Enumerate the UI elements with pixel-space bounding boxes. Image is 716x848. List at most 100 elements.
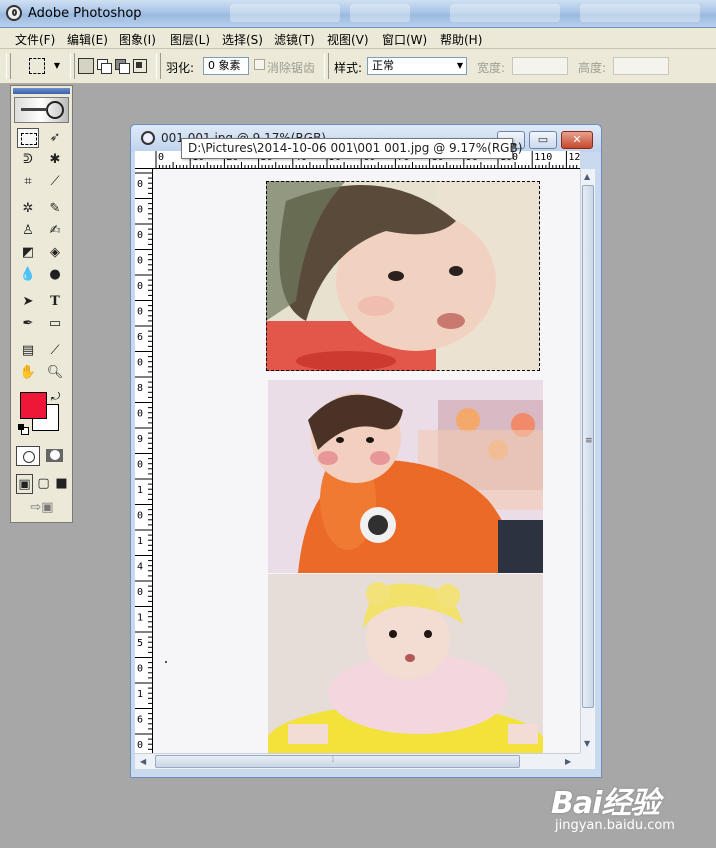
photo-1 bbox=[266, 181, 540, 371]
v-ruler-label: 0 bbox=[137, 740, 143, 751]
standard-screen-mode-icon[interactable]: ▣ bbox=[16, 474, 33, 494]
crop-tool-icon[interactable]: ⌗ bbox=[17, 172, 39, 192]
background-tab-blurred bbox=[350, 4, 410, 22]
v-ruler-label: 0 bbox=[137, 307, 143, 318]
antialias-checkbox[interactable] bbox=[254, 59, 265, 70]
v-ruler-label: 5 bbox=[137, 638, 143, 649]
v-ruler-label: 0 bbox=[137, 281, 143, 292]
width-input[interactable] bbox=[512, 57, 568, 75]
quick-mask-mode-icon[interactable] bbox=[43, 446, 67, 466]
preset-dropdown-arrow-icon[interactable]: ▼ bbox=[49, 58, 65, 74]
notes-tool-icon[interactable]: ▤ bbox=[17, 341, 39, 361]
add-to-selection-icon[interactable] bbox=[96, 58, 112, 74]
rectangular-marquee-tool-icon[interactable] bbox=[17, 128, 39, 148]
image-canvas[interactable] bbox=[153, 169, 580, 753]
magic-wand-tool-icon[interactable]: ✱ bbox=[44, 150, 66, 170]
maximize-button[interactable]: ▭ bbox=[529, 131, 557, 149]
menu-select[interactable]: 选择(S) bbox=[222, 31, 263, 48]
full-screen-menu-mode-icon[interactable]: ▢ bbox=[35, 474, 52, 494]
type-tool-icon[interactable]: T bbox=[44, 292, 66, 312]
v-ruler-label: 0 bbox=[137, 205, 143, 216]
jump-to-imageready-icon[interactable]: ⇨▣ bbox=[19, 498, 65, 518]
v-ruler-label: 6 bbox=[137, 332, 143, 343]
toolbox-title-bar[interactable] bbox=[13, 88, 70, 94]
v-ruler-label: 0 bbox=[137, 179, 143, 190]
options-bar: ▼ 羽化: 0 象素 消除锯齿 样式: 正常 ▼ 宽度: 高度: bbox=[0, 49, 716, 84]
options-bar-grip[interactable] bbox=[6, 53, 11, 79]
vertical-ruler[interactable]: 0 0 0 0 0 0 6 0 8 0 9 0 1 0 1 4 0 1 5 0 1 6 0 bbox=[135, 169, 153, 753]
clone-stamp-tool-icon[interactable]: ♙ bbox=[17, 221, 39, 241]
background-tab-blurred bbox=[580, 4, 700, 22]
foreground-color-swatch[interactable] bbox=[20, 392, 47, 419]
full-screen-mode-icon[interactable]: ■ bbox=[53, 474, 70, 494]
subtract-from-selection-icon[interactable] bbox=[114, 58, 130, 74]
adobe-online-logo[interactable] bbox=[14, 97, 69, 123]
dodge-tool-icon[interactable]: ● bbox=[44, 265, 66, 285]
healing-brush-tool-icon[interactable]: ✲ bbox=[17, 199, 39, 219]
background-tab-blurred bbox=[450, 4, 560, 22]
style-label: 样式: bbox=[334, 61, 363, 75]
eraser-tool-icon[interactable]: ◩ bbox=[17, 243, 39, 263]
menu-filter[interactable]: 滤镜(T) bbox=[274, 31, 315, 48]
swap-colors-icon[interactable]: ⤾ bbox=[51, 390, 60, 404]
slice-tool-icon[interactable]: ⟋ bbox=[44, 172, 66, 192]
width-label: 宽度: bbox=[477, 61, 506, 75]
v-ruler-label: 0 bbox=[137, 587, 143, 598]
menu-file[interactable]: 文件(F) bbox=[15, 31, 55, 48]
scroll-up-arrow-icon[interactable]: ▲ bbox=[584, 172, 590, 181]
intersect-selection-icon[interactable] bbox=[132, 58, 148, 74]
separator bbox=[156, 53, 161, 79]
vertical-scroll-thumb[interactable]: ≡ bbox=[582, 185, 594, 708]
style-select[interactable]: 正常 ▼ bbox=[367, 57, 467, 75]
photo-1-image bbox=[266, 181, 540, 371]
horizontal-scrollbar[interactable]: ◀ ⦙ ▶ bbox=[135, 753, 580, 769]
menu-view[interactable]: 视图(V) bbox=[327, 31, 369, 48]
photo-3-image bbox=[268, 574, 543, 753]
hand-tool-icon[interactable]: ✋ bbox=[17, 363, 39, 383]
scroll-left-arrow-icon[interactable]: ◀ bbox=[140, 757, 146, 766]
watermark-brand: Bai经验 bbox=[551, 786, 660, 821]
new-selection-icon[interactable] bbox=[78, 58, 94, 74]
rectangle-shape-tool-icon[interactable]: ▭ bbox=[44, 314, 66, 334]
close-button[interactable]: ✕ bbox=[561, 131, 593, 149]
app-title: Adobe Photoshop bbox=[28, 6, 142, 21]
move-tool-icon[interactable]: ➶ bbox=[44, 128, 66, 148]
menu-help[interactable]: 帮助(H) bbox=[440, 31, 482, 48]
photoshop-app-icon bbox=[6, 5, 22, 21]
h-ruler-label: 110 bbox=[534, 152, 552, 163]
zoom-tool-icon[interactable]: 🔍︎ bbox=[44, 363, 66, 383]
feather-input[interactable]: 0 象素 bbox=[203, 57, 249, 75]
menu-window[interactable]: 窗口(W) bbox=[382, 31, 427, 48]
style-selected-value: 正常 bbox=[372, 59, 394, 72]
vertical-scrollbar[interactable]: ▲ ≡ ▼ bbox=[580, 169, 595, 753]
lasso-tool-icon[interactable]: ᕲ bbox=[17, 150, 39, 170]
path-selection-tool-icon[interactable]: ➤ bbox=[17, 292, 39, 312]
blur-tool-icon[interactable]: 💧 bbox=[17, 265, 39, 285]
v-ruler-label: 0 bbox=[137, 511, 143, 522]
default-colors-icon[interactable] bbox=[18, 424, 29, 435]
eyedropper-tool-icon[interactable]: ⟋ bbox=[44, 341, 66, 361]
menu-edit[interactable]: 编辑(E) bbox=[67, 31, 108, 48]
separator bbox=[70, 53, 75, 79]
rect-marquee-preset-icon[interactable] bbox=[29, 58, 45, 74]
v-ruler-label: 9 bbox=[137, 434, 143, 445]
document-icon bbox=[141, 131, 155, 145]
v-ruler-label: 1 bbox=[137, 536, 143, 547]
menu-bar: 文件(F) 编辑(E) 图象(I) 图层(L) 选择(S) 滤镜(T) 视图(V… bbox=[0, 28, 716, 49]
menu-layer[interactable]: 图层(L) bbox=[170, 31, 210, 48]
paint-bucket-tool-icon[interactable]: ◈ bbox=[44, 243, 66, 263]
ruler-origin[interactable] bbox=[135, 151, 153, 169]
standard-mode-icon[interactable] bbox=[16, 446, 40, 466]
pen-tool-icon[interactable]: ✒ bbox=[17, 314, 39, 334]
menu-image[interactable]: 图象(I) bbox=[119, 31, 156, 48]
history-brush-tool-icon[interactable]: ✍ bbox=[44, 221, 66, 241]
horizontal-scroll-thumb[interactable]: ⦙ bbox=[155, 755, 520, 768]
separator bbox=[324, 53, 329, 79]
brush-tool-icon[interactable]: ✎ bbox=[44, 199, 66, 219]
height-input[interactable] bbox=[613, 57, 669, 75]
photo-2-image bbox=[268, 380, 543, 573]
scroll-right-arrow-icon[interactable]: ▶ bbox=[565, 757, 571, 766]
scroll-down-arrow-icon[interactable]: ▼ bbox=[584, 739, 590, 748]
v-ruler-label: 0 bbox=[137, 256, 143, 267]
feather-label: 羽化: bbox=[166, 61, 195, 75]
